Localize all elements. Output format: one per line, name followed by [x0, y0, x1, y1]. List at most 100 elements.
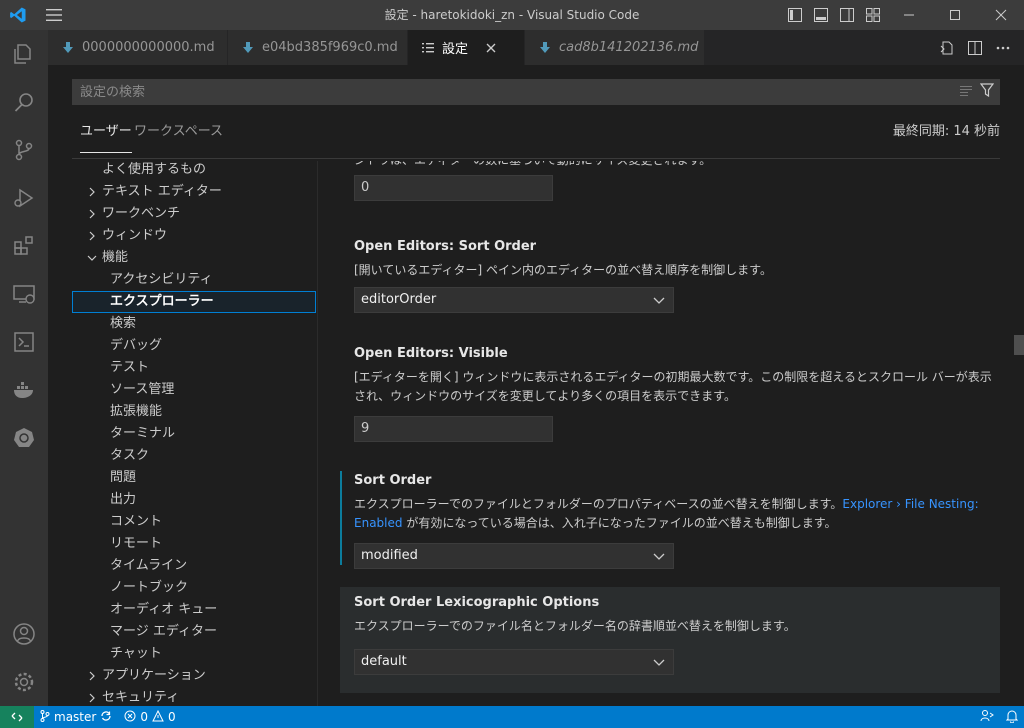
markdown-download-icon	[240, 41, 256, 54]
run-debug-icon[interactable]	[0, 174, 48, 222]
notifications-bell-icon[interactable]	[1005, 709, 1019, 726]
markdown-download-icon	[537, 41, 553, 54]
toc-item-task[interactable]: タスク	[72, 445, 316, 467]
settings-gear-icon[interactable]	[0, 658, 48, 706]
accounts-broadcast-icon[interactable]	[980, 709, 994, 726]
close-tab-icon[interactable]	[478, 43, 504, 53]
warning-count: 0	[167, 710, 176, 724]
customize-layout-icon[interactable]	[860, 0, 886, 30]
setting-description: [開いているエディター] ペイン内のエディターの並べ替え順序を制御します。	[354, 263, 772, 277]
number-input[interactable]: 9	[354, 416, 553, 442]
toc-item-accessibility[interactable]: アクセシビリティ	[72, 269, 316, 291]
toc-item-features[interactable]: 機能	[72, 247, 316, 269]
clear-filter-icon[interactable]	[960, 85, 974, 100]
tab-workspace[interactable]: ワークスペース	[134, 119, 223, 159]
terminal-icon[interactable]	[0, 318, 48, 366]
docker-icon[interactable]	[0, 366, 48, 414]
tab-label: 設定	[442, 42, 469, 57]
tab-settings[interactable]: 設定	[408, 30, 525, 65]
sync-icon[interactable]	[100, 710, 112, 725]
source-control-icon[interactable]	[0, 126, 48, 174]
toc-item-search[interactable]: 検索	[72, 313, 316, 335]
toc-item-merge-editor[interactable]: マージ エディター	[72, 621, 316, 643]
toc-item-debug[interactable]: デバッグ	[72, 335, 316, 357]
tab-label: e04bd385f969c0.md	[262, 40, 398, 55]
lexicographic-dropdown[interactable]: default	[354, 649, 674, 675]
last-sync-status: 最終同期: 14 秒前	[892, 124, 1000, 139]
toc-item-comments[interactable]: コメント	[72, 511, 316, 533]
setting-category: Open Editors:	[354, 346, 459, 361]
setting-name: Sort Order	[458, 239, 537, 254]
branch-name: master	[54, 710, 97, 724]
toc-item-window[interactable]: ウィンドウ	[72, 225, 316, 247]
toc-label: デバッグ	[110, 338, 163, 353]
toc-item-terminal[interactable]: ターミナル	[72, 423, 316, 445]
toc-item-commonly-used[interactable]: よく使用するもの	[72, 161, 316, 181]
remote-explorer-icon[interactable]	[0, 270, 48, 318]
toc-label: ウィンドウ	[102, 228, 168, 243]
toc-item-timeline[interactable]: タイムライン	[72, 555, 316, 577]
more-actions-icon[interactable]	[992, 37, 1014, 59]
toc-item-text-editor[interactable]: テキスト エディター	[72, 181, 316, 203]
settings-editor: ユーザー ワークスペース 最終同期: 14 秒前 よく使用するもの テキスト エ…	[48, 65, 1024, 706]
minimize-icon[interactable]	[886, 0, 932, 30]
desc-text: が有効になっている場合は、入れ子になったファイルの並べ替えも制御します。	[402, 516, 837, 530]
toc-label: タスク	[110, 448, 150, 463]
toggle-primary-sidebar-icon[interactable]	[782, 0, 808, 30]
setting-description: エクスプローラーでのファイル名とフォルダー名の辞書順並べ替えを制御します。	[354, 619, 796, 633]
toc-item-scm[interactable]: ソース管理	[72, 379, 316, 401]
toggle-secondary-sidebar-icon[interactable]	[834, 0, 860, 30]
split-editor-icon[interactable]	[964, 37, 986, 59]
filter-icon[interactable]	[979, 83, 995, 101]
open-settings-json-icon[interactable]	[936, 37, 958, 59]
editor-tabs: 0000000000000.md e04bd385f969c0.md 設定 ca…	[48, 30, 1024, 65]
kubernetes-icon[interactable]	[0, 414, 48, 462]
setting-title: Open Editors: Sort Order	[354, 239, 536, 254]
desc-text: エクスプローラーでのファイルとフォルダーのプロパティベースの並べ替えを制御します…	[354, 497, 843, 511]
chevron-down-icon	[653, 288, 665, 312]
settings-list-icon	[420, 42, 436, 53]
toc-item-chat[interactable]: チャット	[72, 643, 316, 665]
branch-status[interactable]: master	[34, 706, 118, 728]
sort-order-dropdown[interactable]: modified	[354, 543, 674, 569]
error-icon	[124, 710, 136, 725]
close-window-icon[interactable]	[978, 0, 1024, 30]
problems-status[interactable]: 0 0	[118, 706, 181, 728]
toc-item-explorer[interactable]: エクスプローラー	[72, 291, 316, 313]
toc-item-output[interactable]: 出力	[72, 489, 316, 511]
toc-item-workbench[interactable]: ワークベンチ	[72, 203, 316, 225]
tab-markdown-preview[interactable]: cad8b141202136.md	[525, 30, 705, 65]
toc-item-remote[interactable]: リモート	[72, 533, 316, 555]
setting-open-editors-sort-order: Open Editors: Sort Order [開いているエディター] ペイ…	[340, 231, 1000, 331]
chevron-down-icon	[86, 247, 98, 269]
extensions-icon[interactable]	[0, 222, 48, 270]
toc-item-extensions[interactable]: 拡張機能	[72, 401, 316, 423]
vscode-logo-icon	[0, 0, 36, 30]
toc-item-audio-cues[interactable]: オーディオ キュー	[72, 599, 316, 621]
sort-order-dropdown[interactable]: editorOrder	[354, 287, 674, 313]
hamburger-menu-icon[interactable]	[36, 0, 72, 30]
toggle-panel-icon[interactable]	[808, 0, 834, 30]
toc-item-application[interactable]: アプリケーション	[72, 665, 316, 687]
account-icon[interactable]	[0, 610, 48, 658]
toc-item-testing[interactable]: テスト	[72, 357, 316, 379]
remote-indicator-icon[interactable]	[0, 706, 34, 728]
tab-markdown-1[interactable]: 0000000000000.md	[48, 30, 228, 65]
toc-label: テスト	[110, 360, 150, 375]
toc-item-security[interactable]: セキュリティ	[72, 687, 316, 706]
setting-name: Sort Order	[354, 473, 432, 488]
search-icon[interactable]	[0, 78, 48, 126]
settings-scrollbar[interactable]	[1010, 161, 1024, 706]
tab-markdown-2[interactable]: e04bd385f969c0.md	[228, 30, 408, 65]
files-icon[interactable]	[0, 30, 48, 78]
chevron-right-icon	[86, 225, 98, 247]
search-input[interactable]	[72, 79, 960, 105]
number-input[interactable]: 0	[354, 175, 553, 201]
maximize-icon[interactable]	[932, 0, 978, 30]
scrollbar-thumb[interactable]	[1014, 335, 1024, 355]
tab-user[interactable]: ユーザー	[80, 119, 132, 159]
activity-bar	[0, 30, 48, 706]
chevron-down-icon	[653, 544, 665, 568]
toc-item-notebook[interactable]: ノートブック	[72, 577, 316, 599]
toc-item-problems[interactable]: 問題	[72, 467, 316, 489]
